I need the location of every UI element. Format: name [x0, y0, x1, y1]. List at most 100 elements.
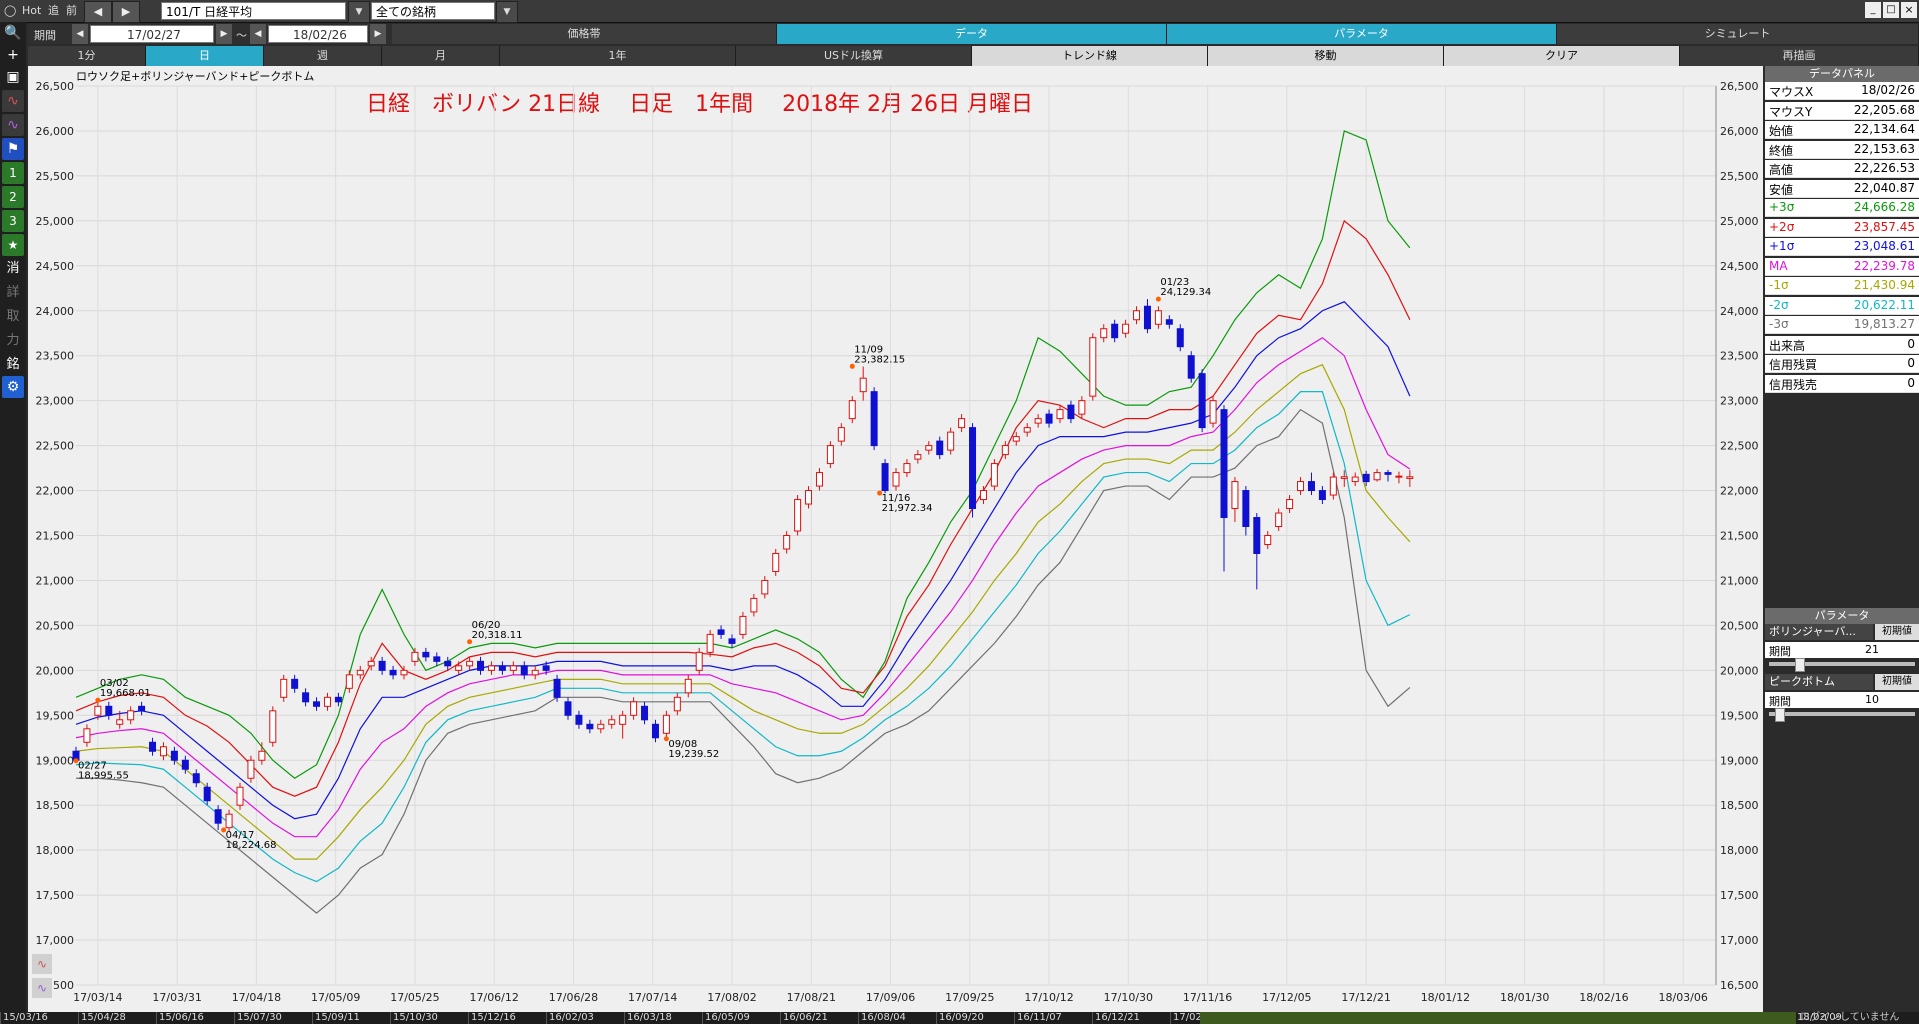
series-line — [75, 130, 1411, 779]
to-date-field[interactable]: 18/02/26 — [268, 25, 368, 43]
erase-button[interactable]: 消 — [2, 258, 24, 280]
bollinger-period-value[interactable]: 21 — [1865, 643, 1879, 656]
candle-body — [826, 445, 834, 465]
hot-button[interactable]: Hot — [22, 2, 41, 20]
navigator-tick: 15/09/11 — [312, 1012, 360, 1024]
from-prev-icon[interactable]: ◀ — [72, 24, 88, 44]
trendline-button[interactable]: トレンド線 — [972, 46, 1208, 66]
trade-button[interactable]: 取 — [2, 306, 24, 328]
detail-button[interactable]: 詳 — [2, 282, 24, 304]
y-tick-label-left: 18,500 — [36, 799, 75, 812]
universe-field[interactable]: 全ての銘柄 — [371, 2, 495, 20]
data-panel-row: -3σ 19,813.27 — [1765, 316, 1919, 334]
to-prev-icon[interactable]: ◀ — [250, 24, 266, 44]
mini-chart-icon[interactable]: ∿ — [32, 954, 52, 974]
peak-period-slider[interactable] — [1769, 712, 1915, 716]
mode-month[interactable]: 月 — [382, 46, 500, 66]
candle-body — [914, 454, 922, 460]
data-panel-row: -1σ 21,430.94 — [1765, 277, 1919, 295]
data-panel-key: 安値 — [1769, 182, 1794, 197]
peak-param-name: ピークボトム — [1765, 674, 1873, 690]
candle-body — [127, 710, 135, 721]
chart-area[interactable]: ロウソク足+ボリンジャーバンド+ピークボトム 日経 ボリバン 21日線 日足 1… — [28, 66, 1763, 1012]
y-tick-label-right: 19,000 — [1720, 754, 1759, 767]
tab-price-band[interactable]: 価格帯 — [392, 24, 777, 44]
bulb-icon[interactable]: ◯ — [4, 2, 16, 20]
close-icon[interactable]: × — [1901, 2, 1917, 18]
mini-indicator-icon[interactable]: ∿ — [32, 978, 52, 998]
symbol-dropdown-icon[interactable]: ▼ — [348, 1, 370, 23]
candle-body — [597, 723, 605, 730]
y-tick-label-left: 26,500 — [36, 80, 75, 93]
bollinger-reset-button[interactable]: 初期値 — [1875, 624, 1919, 640]
universe-dropdown-icon[interactable]: ▼ — [496, 1, 518, 23]
navigator-range[interactable] — [1200, 1012, 1796, 1024]
y-tick-label-right: 26,500 — [1720, 80, 1759, 93]
stock-button[interactable]: 銘 — [2, 354, 24, 376]
symbol-field[interactable]: 101/T 日経平均 — [161, 2, 346, 20]
to-next-icon[interactable]: ▶ — [370, 24, 386, 44]
candle-body — [389, 669, 397, 676]
candle-body — [1089, 337, 1097, 397]
bollinger-chart[interactable]: 26,500 26,500 26,000 26,000 25,500 25,500 25,0… — [28, 66, 1763, 1012]
prev-button[interactable]: 前 — [66, 2, 77, 20]
y-tick-label-right: 16,500 — [1720, 979, 1759, 992]
mode-1year[interactable]: 1年 — [500, 46, 736, 66]
back-arrow-icon[interactable]: ◀ — [84, 1, 112, 23]
usd-convert-button[interactable]: USドル換算 — [736, 46, 972, 66]
peak-slider-handle[interactable] — [1775, 708, 1785, 722]
power-button[interactable]: 力 — [2, 330, 24, 352]
favorite-star-icon[interactable]: ★ — [2, 234, 24, 256]
candle-body — [1384, 472, 1392, 475]
maximize-icon[interactable]: □ — [1883, 2, 1899, 18]
data-panel-key: 信用残買 — [1769, 358, 1818, 372]
candle-body — [739, 615, 747, 635]
bottom-navigator[interactable]: 15/03/16 15/04/28 15/06/16 15/07/30 15/09/11… — [0, 1012, 1919, 1024]
candle-body — [837, 427, 845, 442]
data-panel-row: +3σ 24,666.28 — [1765, 199, 1919, 217]
line-chart-icon[interactable]: ∿ — [2, 90, 24, 112]
y-tick-label-left: 23,000 — [36, 395, 75, 408]
mode-bar: 1分 日 週 月 1年 USドル換算 トレンド線 移動 クリア 再描画 — [28, 46, 1919, 66]
mode-day[interactable]: 日 — [146, 46, 264, 66]
tab-data[interactable]: データ — [777, 24, 1167, 44]
data-panel-key: 高値 — [1769, 163, 1794, 177]
candle-body — [323, 696, 331, 707]
minimize-icon[interactable]: _ — [1865, 2, 1881, 18]
flag-icon[interactable]: ⚑ — [2, 138, 24, 160]
chase-button[interactable]: 追 — [48, 2, 59, 20]
indicator-chart-icon[interactable]: ∿ — [2, 114, 24, 136]
clear-button[interactable]: クリア — [1444, 46, 1680, 66]
mode-1min[interactable]: 1分 — [28, 46, 146, 66]
tab-simulate[interactable]: シミュレート — [1557, 24, 1919, 44]
camera-icon[interactable]: ▣ — [2, 66, 24, 88]
forward-arrow-icon[interactable]: ▶ — [112, 1, 140, 23]
y-tick-label-right: 22,500 — [1720, 440, 1759, 453]
x-tick-label: 17/12/21 — [1341, 991, 1390, 1004]
redraw-button[interactable]: 再描画 — [1680, 46, 1919, 66]
preset-3-button[interactable]: 3 — [2, 210, 24, 232]
peak-reset-button[interactable]: 初期値 — [1875, 674, 1919, 690]
bollinger-slider-handle[interactable] — [1795, 658, 1805, 672]
from-date-field[interactable]: 17/02/27 — [90, 25, 214, 43]
candle-body — [149, 741, 157, 752]
preset-1-button[interactable]: 1 — [2, 162, 24, 184]
gear-icon[interactable]: ⚙ — [2, 376, 24, 398]
peak-period-value[interactable]: 10 — [1865, 693, 1879, 706]
candle-body — [630, 701, 638, 716]
candle-body — [192, 773, 200, 784]
candle-body — [947, 431, 955, 451]
y-tick-label-left: 22,000 — [36, 485, 75, 498]
param-panel-title: パラメータ — [1765, 608, 1919, 624]
move-button[interactable]: 移動 — [1208, 46, 1444, 66]
from-next-icon[interactable]: ▶ — [216, 24, 232, 44]
candle-body — [608, 719, 616, 725]
preset-2-button[interactable]: 2 — [2, 186, 24, 208]
candle-body — [1362, 473, 1370, 483]
bollinger-period-slider[interactable] — [1769, 662, 1915, 666]
search-icon[interactable]: 🔍 — [2, 22, 24, 44]
tab-parameter[interactable]: パラメータ — [1167, 24, 1557, 44]
crosshair-icon[interactable]: + — [2, 44, 24, 66]
mode-week[interactable]: 週 — [264, 46, 382, 66]
data-panel-value: 22,153.63 — [1853, 141, 1915, 156]
